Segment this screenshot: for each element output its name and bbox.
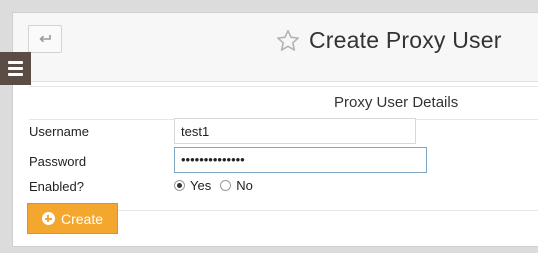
enabled-label: Enabled? — [29, 179, 84, 194]
undo-arrow-icon — [39, 35, 51, 43]
radio-button-no[interactable] — [220, 180, 232, 191]
radio-button-yes[interactable] — [174, 180, 185, 191]
page-title: Create Proxy User — [309, 27, 502, 53]
password-label: Password — [29, 154, 87, 169]
enabled-radio-group: Yes No — [174, 178, 262, 193]
username-label: Username — [29, 124, 89, 139]
hamburger-icon-bar — [8, 67, 23, 70]
username-input[interactable] — [174, 118, 416, 144]
star-icon[interactable] — [275, 28, 301, 54]
radio-label-yes: Yes — [190, 178, 212, 193]
back-button[interactable] — [28, 25, 62, 53]
menu-toggle-button[interactable] — [0, 52, 31, 85]
hamburger-icon-bar — [8, 73, 23, 76]
create-button[interactable]: Create — [27, 203, 118, 234]
title-group: Create Proxy User — [275, 27, 502, 54]
radio-label-no: No — [236, 178, 253, 193]
plus-circle-icon — [41, 212, 55, 225]
hamburger-icon-bar — [8, 61, 23, 64]
section-title: Proxy User Details — [334, 94, 459, 111]
enabled-no-option[interactable]: No — [220, 178, 253, 193]
section-header: Proxy User Details — [29, 86, 538, 120]
page-header: Create Proxy User — [13, 13, 538, 82]
password-input[interactable]: •••••••••••••• — [174, 147, 427, 173]
create-button-label: Create — [60, 210, 104, 227]
enabled-yes-option[interactable]: Yes — [174, 178, 211, 193]
